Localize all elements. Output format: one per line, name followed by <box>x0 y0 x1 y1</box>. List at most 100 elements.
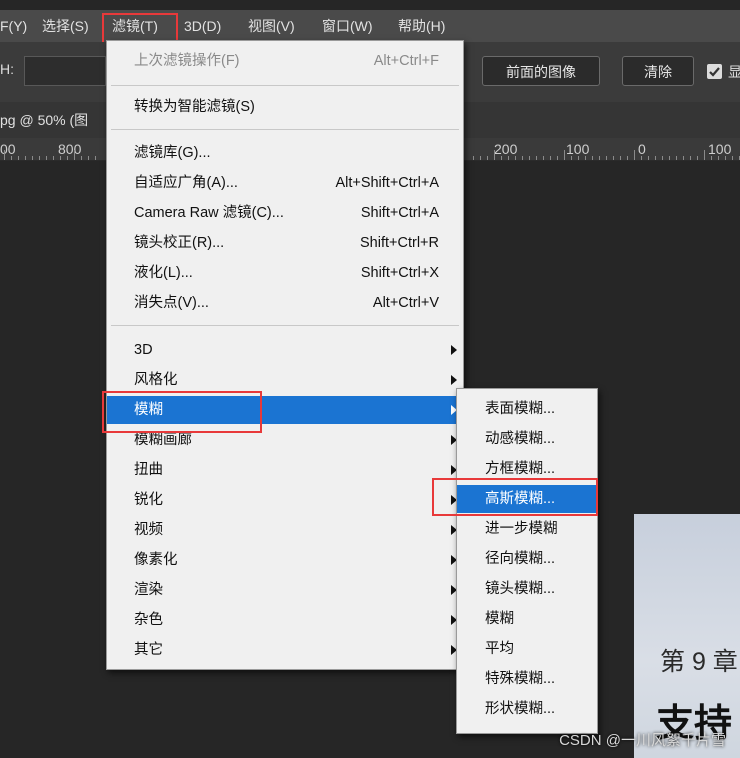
ruler-tick <box>578 156 579 160</box>
h-input[interactable] <box>24 56 106 86</box>
menu-item-vanishing-point[interactable]: 消失点(V)... Alt+Ctrl+V <box>107 289 463 317</box>
ruler-tick <box>620 156 621 160</box>
menu-window[interactable]: 窗口(W) <box>322 10 373 42</box>
ruler-tick <box>585 156 586 160</box>
annotation-box-blur <box>102 391 262 433</box>
ruler-tick <box>550 156 551 160</box>
menu-item-sharpen[interactable]: 锐化 <box>107 486 463 514</box>
show-label: 显 <box>728 64 740 80</box>
menu-item-3d[interactable]: 3D <box>107 336 463 364</box>
ruler-tick <box>606 156 607 160</box>
ruler-tick <box>39 156 40 160</box>
menu-item-lens-correction[interactable]: 镜头校正(R)... Shift+Ctrl+R <box>107 229 463 257</box>
ruler-tick <box>669 156 670 160</box>
ruler-tick <box>655 156 656 160</box>
ruler-tick <box>592 156 593 160</box>
ruler-tick <box>690 156 691 160</box>
clear-button[interactable]: 清除 <box>622 56 694 86</box>
submenu-item-motion-blur[interactable]: 动感模糊... <box>457 425 597 453</box>
submenu-item-blur-more[interactable]: 进一步模糊 <box>457 515 597 543</box>
ruler-label: 0 <box>638 141 646 157</box>
menu-item-pixelate[interactable]: 像素化 <box>107 546 463 574</box>
menu-3d[interactable]: 3D(D) <box>184 10 221 42</box>
ruler-label: 100 <box>566 141 590 157</box>
submenu-item-surface-blur[interactable]: 表面模糊... <box>457 395 597 423</box>
menu-item-stylize[interactable]: 风格化 <box>107 366 463 394</box>
ruler-tick <box>487 156 488 160</box>
ruler-tick <box>683 156 684 160</box>
ruler-tick <box>613 156 614 160</box>
ruler-tick <box>571 156 572 160</box>
chapter-text: 第 9 章 <box>660 648 738 676</box>
filter-menu: 上次滤镜操作(F) Alt+Ctrl+F 转换为智能滤镜(S) 滤镜库(G)...… <box>106 40 464 670</box>
ruler-tick <box>32 156 33 160</box>
ruler-tick <box>95 156 96 160</box>
h-label: H: <box>0 61 14 77</box>
submenu-item-lens-blur[interactable]: 镜头模糊... <box>457 575 597 603</box>
ruler-tick <box>648 156 649 160</box>
watermark: CSDN @一川风絮千片雪 <box>559 732 726 749</box>
checkbox[interactable] <box>707 64 722 79</box>
ruler-tick <box>515 156 516 160</box>
menu-item-video[interactable]: 视频 <box>107 516 463 544</box>
menu-divider <box>111 85 459 86</box>
menu-item-noise[interactable]: 杂色 <box>107 606 463 634</box>
ruler-tick <box>529 156 530 160</box>
menu-select[interactable]: 选择(S) <box>42 10 89 42</box>
ruler-tick <box>599 156 600 160</box>
ruler-label: 200 <box>494 141 518 157</box>
ruler-tick <box>74 150 75 160</box>
ruler-tick <box>676 156 677 160</box>
ruler-tick <box>508 156 509 160</box>
submenu-item-radial-blur[interactable]: 径向模糊... <box>457 545 597 573</box>
menu-help[interactable]: 帮助(H) <box>398 10 445 42</box>
ruler-tick <box>494 150 495 160</box>
ruler-tick <box>634 150 635 160</box>
submenu-arrow-icon <box>451 345 457 355</box>
menu-item-convert-smart-filter[interactable]: 转换为智能滤镜(S) <box>107 93 463 121</box>
ruler-tick <box>536 156 537 160</box>
ruler-tick <box>25 156 26 160</box>
ruler-tick <box>81 156 82 160</box>
submenu-item-average[interactable]: 平均 <box>457 635 597 663</box>
menu-item-adaptive-wide-angle[interactable]: 自适应广角(A)... Alt+Shift+Ctrl+A <box>107 169 463 197</box>
menu-item-other[interactable]: 其它 <box>107 636 463 664</box>
ruler-tick <box>543 156 544 160</box>
ruler-tick <box>501 156 502 160</box>
menu-item-liquify[interactable]: 液化(L)... Shift+Ctrl+X <box>107 259 463 287</box>
ruler-tick <box>718 156 719 160</box>
ruler-tick <box>641 156 642 160</box>
submenu-item-blur[interactable]: 模糊 <box>457 605 597 633</box>
menu-item-distort[interactable]: 扭曲 <box>107 456 463 484</box>
ruler-tick <box>557 156 558 160</box>
ruler-label: 100 <box>708 141 732 157</box>
menu-item-last-filter[interactable]: 上次滤镜操作(F) Alt+Ctrl+F <box>107 47 463 75</box>
ruler-tick <box>46 156 47 160</box>
menu-item-render[interactable]: 渲染 <box>107 576 463 604</box>
menu-view[interactable]: 视图(V) <box>248 10 295 42</box>
submenu-item-shape-blur[interactable]: 形状模糊... <box>457 695 597 723</box>
front-image-button[interactable]: 前面的图像 <box>482 56 600 86</box>
ruler-tick <box>60 156 61 160</box>
submenu-item-smart-blur[interactable]: 特殊模糊... <box>457 665 597 693</box>
ruler-tick <box>662 156 663 160</box>
ruler-tick <box>18 156 19 160</box>
ruler-label: 800 <box>58 141 82 157</box>
menu-item-camera-raw[interactable]: Camera Raw 滤镜(C)... Shift+Ctrl+A <box>107 199 463 227</box>
menu-divider <box>111 129 459 130</box>
document-canvas: 第 9 章 支持 <box>634 514 740 758</box>
ruler-tick <box>697 156 698 160</box>
ruler-tick <box>725 156 726 160</box>
menu-item-filter-gallery[interactable]: 滤镜库(G)... <box>107 139 463 167</box>
ruler-tick <box>627 156 628 160</box>
check-icon <box>709 67 720 77</box>
ruler-label: 00 <box>0 141 16 157</box>
ruler-tick <box>711 156 712 160</box>
menu-select-partial[interactable]: F(Y) <box>0 10 27 42</box>
ruler-tick <box>480 156 481 160</box>
ruler-tick <box>704 150 705 160</box>
ruler-tick <box>732 156 733 160</box>
submenu-arrow-icon <box>451 375 457 385</box>
ruler-tick <box>67 156 68 160</box>
document-tab[interactable]: pg @ 50% (图 <box>0 110 88 130</box>
